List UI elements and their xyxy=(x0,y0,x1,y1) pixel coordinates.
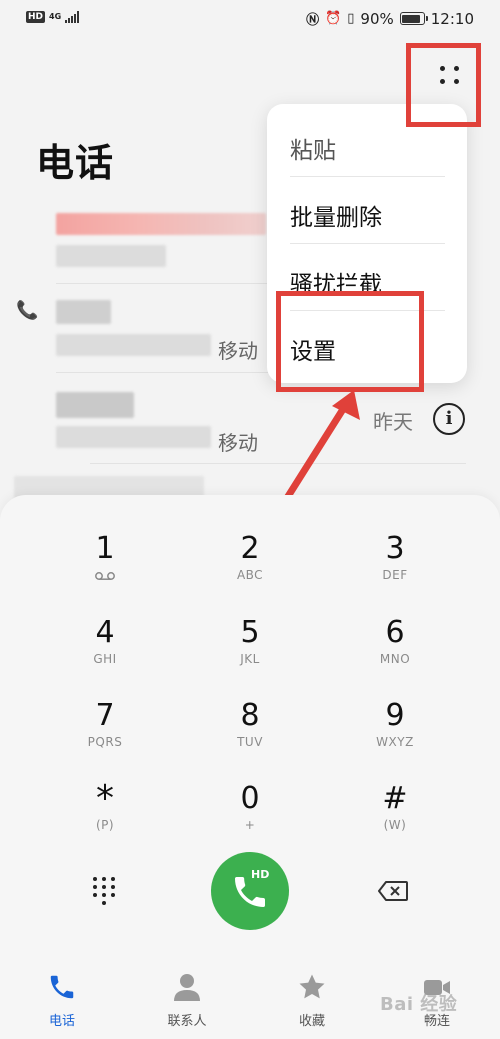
key-letters: MNO xyxy=(379,652,411,666)
tab-favorites[interactable]: 收藏 xyxy=(262,965,362,1039)
highlight-more-button xyxy=(406,43,481,127)
blurred-number xyxy=(56,426,211,448)
network-type: 4G xyxy=(49,12,62,21)
key-digit: 4 xyxy=(95,615,115,650)
menu-divider xyxy=(290,243,445,244)
dial-key-8[interactable]: 8 TUV xyxy=(190,699,310,769)
key-digit: 5 xyxy=(240,615,260,650)
clock: 12:10 xyxy=(430,9,474,28)
call-time: 昨天 xyxy=(373,410,413,434)
key-digit: # xyxy=(382,781,408,816)
tab-label: 电话 xyxy=(48,1014,75,1029)
key-digit: 3 xyxy=(385,531,405,566)
dialpad-toggle-icon[interactable] xyxy=(93,877,117,907)
tab-phone[interactable]: 电话 xyxy=(12,965,112,1039)
menu-item-paste[interactable]: 粘贴 xyxy=(290,131,336,165)
dial-key-4[interactable]: 4 GHI xyxy=(45,616,165,686)
star-icon xyxy=(299,974,325,999)
menu-item-batch-delete[interactable]: 批量删除 xyxy=(290,198,382,232)
key-letters: DEF xyxy=(382,568,408,582)
tab-contacts[interactable]: 联系人 xyxy=(137,965,237,1039)
blurred-name xyxy=(56,392,134,418)
key-digit: 7 xyxy=(95,698,115,733)
dial-key-7[interactable]: 7 PQRS xyxy=(45,699,165,769)
phone-icon xyxy=(50,975,74,999)
call-button[interactable]: HD xyxy=(211,852,289,930)
carrier-label: 移动 xyxy=(218,339,258,363)
nfc-icon: Ⓝ xyxy=(306,13,320,28)
key-letters: (P) xyxy=(95,818,115,832)
alarm-icon: ⏰ xyxy=(325,11,342,26)
hd-call-badge: HD xyxy=(251,868,270,881)
tab-label: 联系人 xyxy=(167,1014,207,1029)
key-digit: 1 xyxy=(95,531,115,566)
voicemail-icon xyxy=(95,572,115,580)
dial-key-9[interactable]: 9 WXYZ xyxy=(335,699,455,769)
key-digit: 9 xyxy=(385,698,405,733)
key-letters: PQRS xyxy=(87,735,123,749)
dial-key-5[interactable]: 5 JKL xyxy=(190,616,310,686)
blurred-number xyxy=(56,334,211,356)
dial-key-6[interactable]: 6 MNO xyxy=(335,616,455,686)
blurred-name xyxy=(56,300,111,324)
dial-key-1[interactable]: 1 xyxy=(45,532,165,602)
carrier-label: 移动 xyxy=(218,431,258,455)
dial-key-2[interactable]: 2 ABC xyxy=(190,532,310,602)
dial-key-3[interactable]: 3 DEF xyxy=(335,532,455,602)
menu-divider xyxy=(290,176,445,177)
contacts-icon xyxy=(174,974,200,1001)
dial-key-hash[interactable]: # (W) xyxy=(335,782,455,852)
battery-percent: 90% xyxy=(360,9,394,28)
vibrate-icon: ▯ xyxy=(347,11,355,26)
annotation-arrow xyxy=(283,390,360,502)
dial-key-0[interactable]: 0 + xyxy=(190,782,310,852)
dial-key-star[interactable]: * (P) xyxy=(45,778,165,852)
page-title: 电话 xyxy=(36,141,115,185)
key-letters: WXYZ xyxy=(376,735,414,749)
key-digit: 8 xyxy=(240,698,260,733)
call-log-item[interactable]: 移动 xyxy=(0,380,500,460)
key-letters: GHI xyxy=(93,652,117,666)
key-letters: JKL xyxy=(240,652,260,666)
status-left: HD 4G xyxy=(26,11,80,23)
key-letters: (W) xyxy=(383,818,407,832)
battery-icon xyxy=(399,12,428,25)
info-icon[interactable]: i xyxy=(433,403,465,435)
key-letters: + xyxy=(244,818,256,832)
key-digit: 6 xyxy=(385,615,405,650)
backspace-icon[interactable] xyxy=(377,880,409,902)
key-letters: TUV xyxy=(237,735,263,749)
key-digit: 0 xyxy=(240,781,260,816)
key-letters: ABC xyxy=(236,568,264,582)
blurred-number xyxy=(56,245,166,267)
blurred-name xyxy=(56,213,266,235)
key-digit: * xyxy=(96,778,114,819)
watermark: Bai 经验 xyxy=(380,994,458,1015)
highlight-settings-item xyxy=(276,291,424,392)
signal-icon xyxy=(65,11,80,23)
hd-badge: HD xyxy=(26,11,46,23)
key-digit: 2 xyxy=(240,531,260,566)
status-right: Ⓝ ⏰ ▯ 90% 12:10 xyxy=(306,9,474,29)
tab-label: 收藏 xyxy=(298,1014,325,1029)
status-bar: HD 4G Ⓝ ⏰ ▯ 90% 12:10 xyxy=(0,0,500,38)
